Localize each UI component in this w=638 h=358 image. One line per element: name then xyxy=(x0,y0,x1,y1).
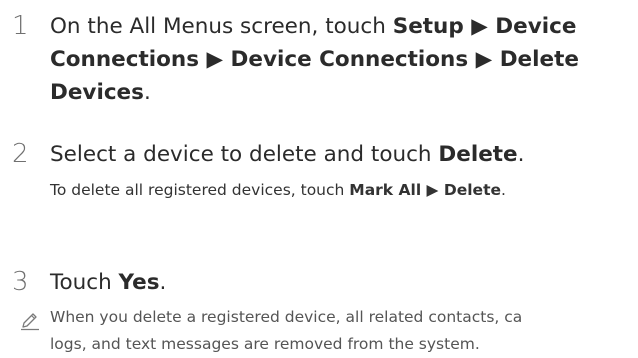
step-subtext: To delete all registered devices, touch … xyxy=(50,181,506,199)
step-line: On the All Menus screen, touch Setup ▶ D… xyxy=(50,14,577,39)
step-text: On the All Menus screen, touch Setup ▶ D… xyxy=(50,10,638,109)
step-line: Devices. xyxy=(50,80,151,105)
step-text: Select a device to delete and touch Dele… xyxy=(50,142,525,167)
note-line: logs, and text messages are removed from… xyxy=(50,335,480,353)
step-text: Touch Yes. xyxy=(50,270,167,295)
note-line: When you delete a registered device, all… xyxy=(50,308,523,326)
step-number: 1 xyxy=(12,11,29,41)
step-number: 2 xyxy=(12,139,29,169)
note-text: When you delete a registered device, all… xyxy=(50,304,522,358)
step-line: Connections ▶ Device Connections ▶ Delet… xyxy=(50,47,579,72)
pencil-note-icon xyxy=(20,311,40,331)
step-number: 3 xyxy=(12,267,29,297)
